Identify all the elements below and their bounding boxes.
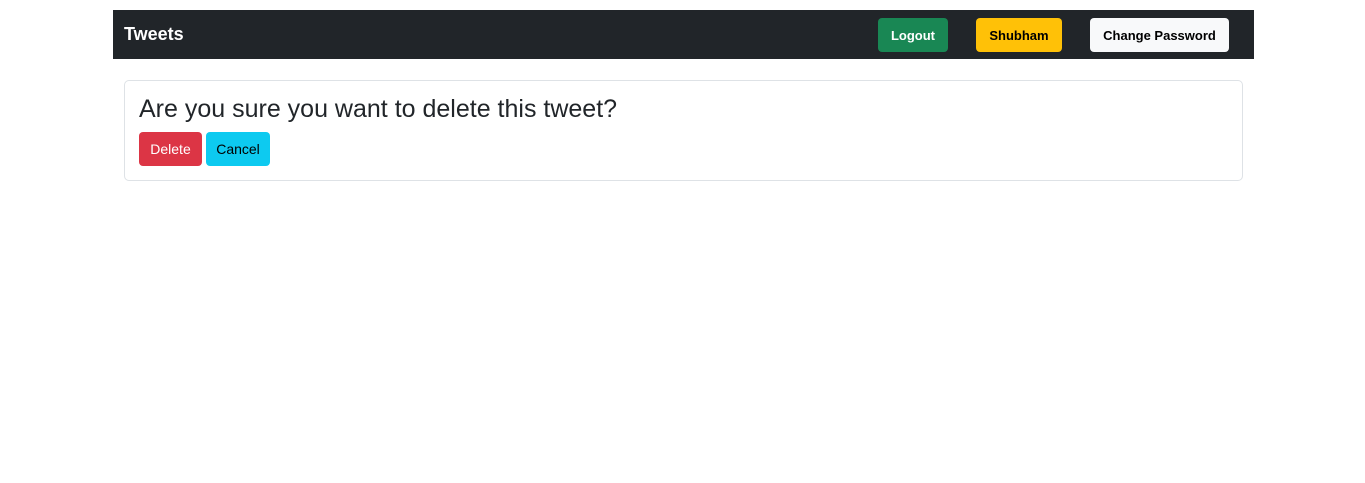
delete-confirmation-card: Are you sure you want to delete this twe… xyxy=(124,80,1243,181)
logout-button[interactable]: Logout xyxy=(878,18,948,52)
username-button[interactable]: Shubham xyxy=(976,18,1062,52)
cancel-button[interactable]: Cancel xyxy=(206,132,270,166)
confirmation-title: Are you sure you want to delete this twe… xyxy=(139,95,618,123)
change-password-button[interactable]: Change Password xyxy=(1090,18,1229,52)
top-navbar: Tweets Logout Shubham Change Password xyxy=(113,10,1254,59)
page-container: Tweets Logout Shubham Change Password Ar… xyxy=(113,10,1254,181)
navbar-brand[interactable]: Tweets xyxy=(124,10,184,59)
delete-button[interactable]: Delete xyxy=(139,132,202,166)
